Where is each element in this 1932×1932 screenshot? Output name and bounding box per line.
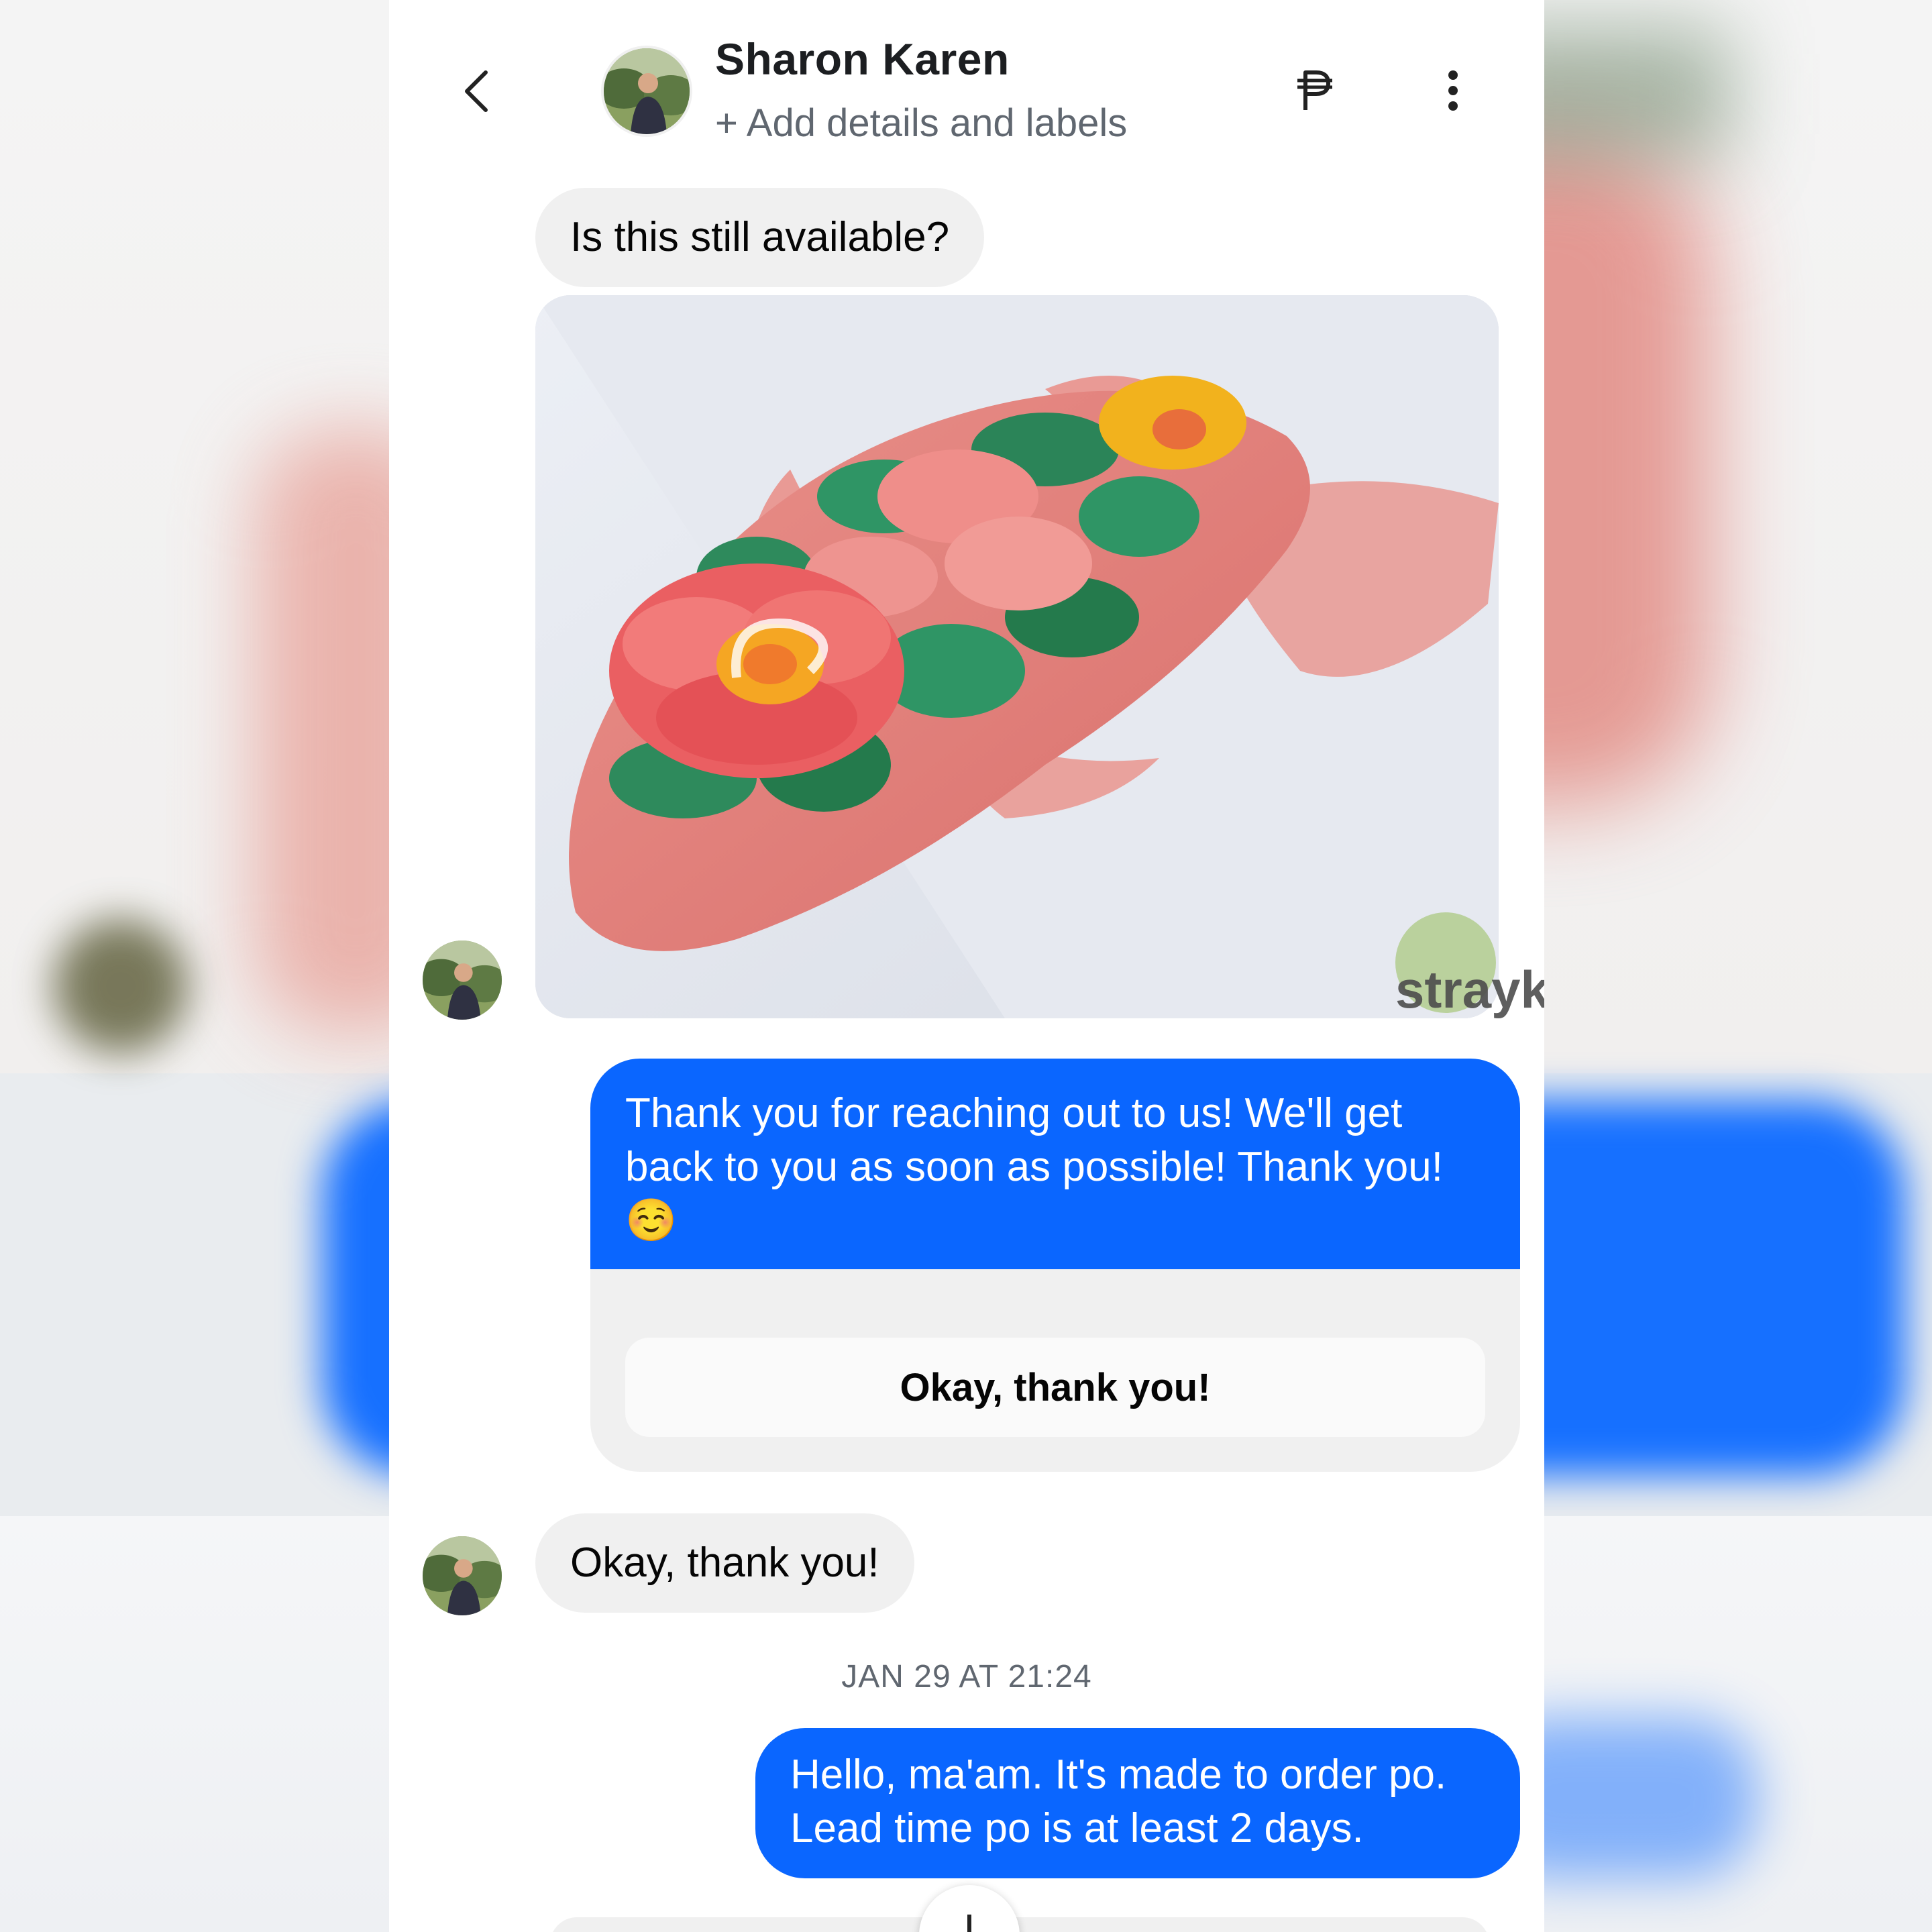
chat-screen: Sharon Karen + Add details and labels Is… [389,0,1544,1932]
shared-photo[interactable] [535,295,1499,1018]
contact-avatar-small[interactable] [423,941,502,1020]
add-details-link[interactable]: + Add details and labels [715,101,1127,146]
incoming-message[interactable]: Is this still available? [535,188,985,287]
quick-reply-button[interactable]: Okay, thank you! [625,1338,1485,1437]
watermark-text: straykat [1395,960,1544,1019]
message-timestamp: JAN 29 AT 21:24 [841,1659,1092,1695]
outgoing-message[interactable]: Thank you for reaching out to us! We'll … [590,1059,1520,1269]
contact-avatar-small[interactable] [423,1536,502,1615]
message-composer[interactable] [550,1917,1489,1932]
contact-name[interactable]: Sharon Karen [715,34,1010,85]
peso-icon[interactable] [1295,67,1335,114]
outgoing-message[interactable]: Hello, ma'am. It's made to order po. Lea… [755,1728,1520,1878]
chevron-left-icon[interactable] [455,67,498,115]
arrow-down-icon [967,1915,971,1932]
contact-avatar[interactable] [604,48,690,134]
incoming-message[interactable]: Okay, thank you! [535,1513,914,1613]
outgoing-auto-reply-card: Thank you for reaching out to us! We'll … [590,1059,1520,1472]
scroll-down-button[interactable] [919,1885,1020,1932]
kebab-menu-icon[interactable] [1445,67,1461,114]
